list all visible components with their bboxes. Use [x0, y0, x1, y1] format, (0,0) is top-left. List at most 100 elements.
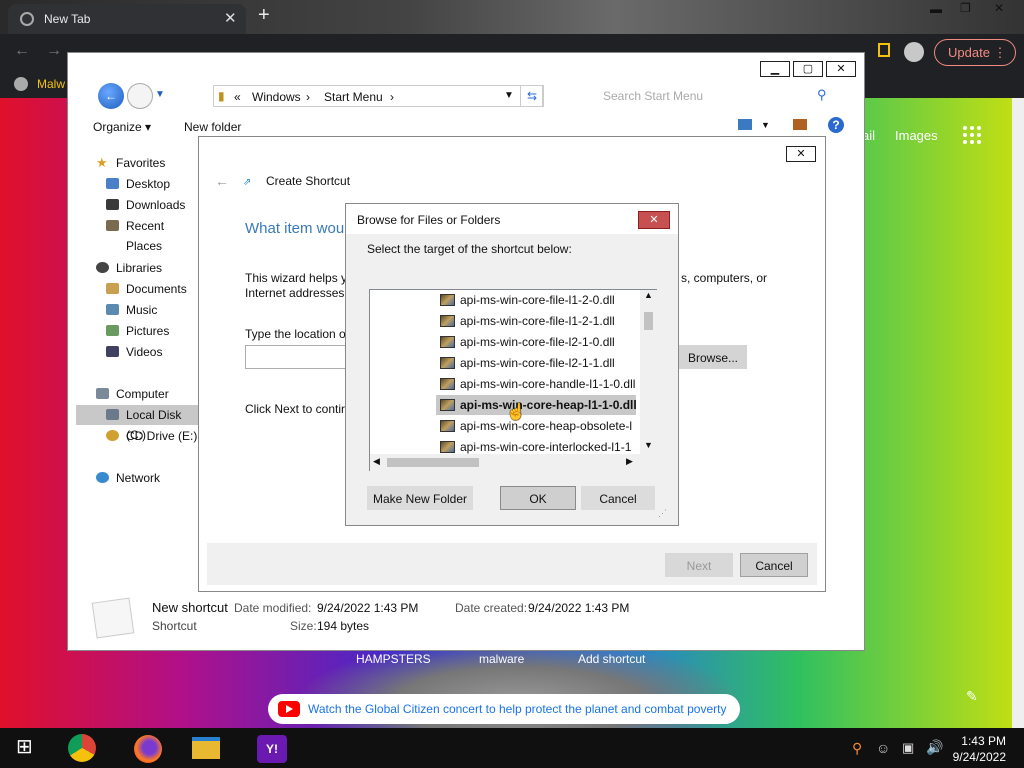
file-tree-item[interactable]: api-ms-win-core-file-l1-2-1.dll	[436, 311, 636, 331]
update-button[interactable]: Update ⋮	[934, 39, 1016, 66]
volume-icon[interactable]: 🔊	[926, 739, 943, 756]
file-tree-item[interactable]: api-ms-win-core-file-l2-1-0.dll	[436, 332, 636, 352]
help-icon[interactable]: ?	[828, 117, 844, 133]
more-menu-icon: ⋮	[993, 45, 1007, 60]
wizard-footer: Next Cancel	[207, 543, 817, 585]
next-button[interactable]: Next	[665, 553, 733, 577]
address-bar[interactable]: ▮ « Windows › Start Menu › ▼	[213, 85, 543, 107]
address-dropdown-icon[interactable]: ▼	[504, 90, 514, 101]
shortcut-malware[interactable]: malware	[479, 652, 524, 666]
apps-grid-icon[interactable]	[963, 126, 981, 144]
close-tab-icon[interactable]: ✕	[224, 9, 237, 27]
customize-pencil-icon[interactable]: ✎	[966, 688, 978, 705]
wizard-close-button[interactable]: ✕	[786, 146, 816, 162]
file-tree-item[interactable]: api-ms-win-core-file-l2-1-1.dll	[436, 353, 636, 373]
tree-horizontal-scrollbar[interactable]: ◀ ▶	[370, 454, 657, 471]
emoji-icon[interactable]: ☺	[876, 740, 890, 756]
file-explorer-taskbar-icon[interactable]	[192, 737, 220, 759]
close-icon[interactable]: ✕	[994, 1, 1004, 15]
search-icon[interactable]: ⚲	[817, 87, 827, 103]
history-dropdown-icon[interactable]: ▼	[155, 89, 165, 100]
tab-title: New Tab	[44, 12, 91, 26]
breadcrumb-windows[interactable]: Windows	[252, 90, 301, 104]
search-input[interactable]: Search Start Menu ⚲	[595, 85, 835, 107]
nav-label: Music	[126, 303, 158, 317]
bookmark-malware[interactable]: Malw	[37, 77, 65, 91]
refresh-icon[interactable]: ⇆	[520, 85, 544, 107]
file-tree-item[interactable]: api-ms-win-core-handle-l1-1-0.dll	[436, 374, 636, 394]
ok-button[interactable]: OK	[500, 486, 576, 510]
shortcut-hampsters[interactable]: HAMPSTERS	[356, 652, 431, 666]
reading-list-icon[interactable]	[878, 43, 890, 57]
explorer-minimize-button[interactable]: ▁	[760, 61, 790, 77]
explorer-close-button[interactable]: ✕	[826, 61, 856, 77]
page-scrollbar[interactable]	[1012, 98, 1024, 728]
folder-tree[interactable]: api-ms-win-core-file-l1-2-0.dll api-ms-wi…	[369, 289, 657, 471]
file-tree-item[interactable]: api-ms-win-core-heap-l1-1-0.dll	[436, 395, 636, 415]
preview-pane-icon[interactable]	[793, 119, 807, 130]
explorer-maximize-button[interactable]: ▢	[793, 61, 823, 77]
nav-libraries[interactable]: Libraries	[76, 258, 200, 278]
forward-icon[interactable]: →	[46, 42, 62, 60]
yahoo-taskbar-icon[interactable]: Y!	[257, 735, 287, 763]
back-icon[interactable]: ←	[14, 42, 30, 60]
wizard-back-icon[interactable]: ←	[215, 173, 229, 189]
file-tree-item[interactable]: api-ms-win-core-file-l1-2-0.dll	[436, 290, 636, 310]
scroll-up-icon[interactable]: ▲	[644, 290, 653, 300]
forward-arrow-icon[interactable]	[127, 83, 153, 109]
profile-avatar[interactable]	[904, 42, 924, 62]
tab-new-tab[interactable]: New Tab ✕	[8, 4, 246, 34]
nav-desktop[interactable]: Desktop	[76, 174, 200, 194]
browse-button[interactable]: Browse...	[679, 345, 747, 369]
nav-documents[interactable]: Documents	[76, 279, 200, 299]
modified-label: Date modified:	[234, 601, 312, 615]
details-pane: New shortcut Shortcut Date modified: 9/2…	[68, 588, 864, 650]
firefox-taskbar-icon[interactable]	[134, 735, 162, 763]
view-dropdown-icon[interactable]: ▼	[761, 120, 770, 130]
location-input[interactable]	[245, 345, 355, 369]
file-tree-item[interactable]: api-ms-win-core-heap-obsolete-l	[436, 416, 636, 436]
network-tray-icon[interactable]: ▣	[902, 740, 914, 756]
nav-pictures[interactable]: Pictures	[76, 321, 200, 341]
nav-downloads[interactable]: Downloads	[76, 195, 200, 215]
tree-vertical-scrollbar[interactable]: ▲ ▼	[640, 290, 657, 454]
back-arrow-icon[interactable]: ←	[98, 83, 124, 109]
horizontal-scroll-thumb[interactable]	[387, 458, 479, 467]
nav-music[interactable]: Music	[76, 300, 200, 320]
restore-icon[interactable]: ❐	[960, 1, 971, 15]
make-new-folder-button[interactable]: Make New Folder	[367, 486, 473, 510]
scroll-right-icon[interactable]: ▶	[626, 456, 633, 467]
downloads-icon	[106, 199, 119, 210]
search-taskbar-icon[interactable]: ⚲	[852, 740, 862, 757]
view-options-icon[interactable]	[738, 119, 752, 130]
nav-computer[interactable]: Computer	[76, 384, 200, 404]
resize-grip-icon[interactable]: ⋰	[658, 508, 667, 519]
breadcrumb-overflow[interactable]: «	[234, 90, 241, 104]
folder-icon: ▮	[218, 89, 225, 103]
breadcrumb-start-menu[interactable]: Start Menu	[324, 90, 383, 104]
file-name-label: api-ms-win-core-heap-obsolete-l	[460, 419, 633, 433]
images-link[interactable]: Images	[895, 128, 938, 143]
nav-cd-drive[interactable]: CD Drive (E:)	[76, 426, 200, 446]
browse-cancel-button[interactable]: Cancel	[581, 486, 655, 510]
organize-menu[interactable]: Organize ▾	[93, 120, 151, 134]
minimize-icon[interactable]: ▬	[930, 2, 942, 16]
shortcut-add[interactable]: Add shortcut	[578, 652, 645, 666]
new-tab-button[interactable]: +	[258, 4, 270, 27]
vertical-scroll-thumb[interactable]	[644, 312, 653, 330]
new-folder-button[interactable]: New folder	[184, 120, 241, 134]
nav-network[interactable]: Network	[76, 468, 200, 488]
scroll-left-icon[interactable]: ◀	[373, 456, 380, 467]
nav-recent-places[interactable]: Recent Places	[76, 216, 200, 253]
promo-banner[interactable]: Watch the Global Citizen concert to help…	[268, 694, 740, 724]
nav-local-disk[interactable]: Local Disk (C:)	[76, 405, 200, 442]
wizard-cancel-button[interactable]: Cancel	[740, 553, 808, 577]
windows-start-icon[interactable]: ⊞	[16, 734, 44, 760]
scroll-down-icon[interactable]: ▼	[644, 440, 653, 450]
taskbar-clock[interactable]: 1:43 PM 9/24/2022	[944, 733, 1006, 765]
nav-favorites[interactable]: ★ Favorites	[76, 153, 200, 173]
clock-time: 1:43 PM	[961, 734, 1006, 748]
nav-videos[interactable]: Videos	[76, 342, 200, 362]
chrome-taskbar-icon[interactable]	[68, 734, 96, 762]
browse-close-button[interactable]: ✕	[638, 211, 670, 229]
